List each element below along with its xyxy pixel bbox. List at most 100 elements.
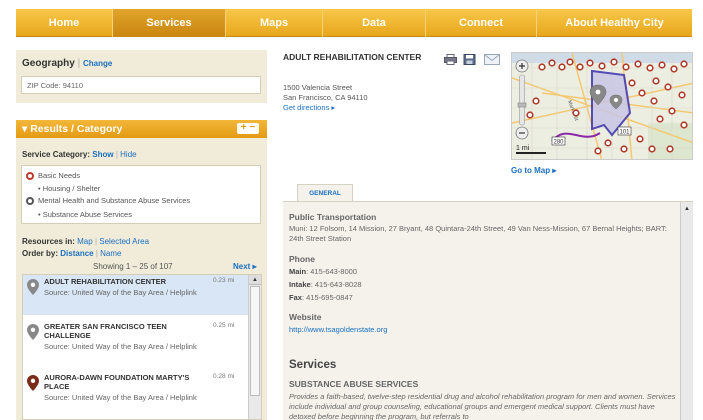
map-pin-icon: [27, 324, 39, 340]
category-basic-needs[interactable]: Basic Needs: [26, 171, 80, 180]
order-distance-link[interactable]: Distance: [60, 249, 93, 258]
public-transportation-heading: Public Transportation: [289, 212, 377, 222]
website-heading: Website: [289, 312, 322, 322]
expand-collapse-button[interactable]: + −: [237, 123, 259, 134]
main-nav: Home Services Maps Data Connect About He…: [16, 9, 692, 37]
hide-categories-link[interactable]: Hide: [120, 150, 136, 159]
category-ring-icon: [26, 171, 34, 180]
order-name-link[interactable]: Name: [100, 249, 121, 258]
phone-fax-value: : 415-695-0847: [301, 293, 353, 302]
category-label: Basic Needs: [38, 171, 81, 180]
service-category-line: Service Category: Show | Hide: [22, 150, 137, 159]
results-category-title: ▾ Results / Category: [22, 123, 123, 135]
map-pin-icon: [27, 375, 39, 391]
order-by-label: Order by:: [22, 249, 59, 258]
substance-abuse-heading: SUBSTANCE ABUSE SERVICES: [289, 379, 419, 389]
list-item[interactable]: AURORA-DAWN FOUNDATION MARTY'S PLACE Sou…: [23, 371, 248, 419]
website-row: http://www.tsagoldenstate.org: [289, 325, 677, 335]
address-line-1: 1500 Valencia Street: [283, 83, 353, 92]
zip-code-field[interactable]: ZIP Code: 94110: [21, 76, 261, 94]
subcategory-label: Substance Abuse Services: [42, 210, 132, 219]
category-ring-icon: [26, 196, 34, 205]
result-distance: 0.25 mi: [213, 322, 235, 329]
address-line-2: San Francisco, CA 94110: [283, 93, 368, 102]
subcategory-substance-abuse[interactable]: • Substance Abuse Services: [38, 210, 132, 219]
result-distance: 0.23 mi: [213, 277, 235, 284]
services-heading: Services: [289, 359, 337, 371]
category-list: Basic Needs • Housing / Shelter Mental H…: [21, 165, 261, 224]
phone-fax: Fax: 415-695-0847: [289, 293, 677, 303]
public-transportation-text: Muni: 12 Folsom, 14 Mission, 27 Bryant, …: [289, 224, 667, 243]
geography-panel: Geography | Change ZIP Code: 94110: [16, 50, 267, 103]
detail-tabs: GENERAL: [283, 182, 693, 202]
phone-heading: Phone: [289, 254, 315, 264]
get-directions-link[interactable]: Get directions ▸: [283, 103, 335, 112]
order-separator: |: [95, 249, 98, 258]
save-icon[interactable]: [463, 54, 476, 65]
service-category-label: Service Category:: [22, 150, 91, 159]
phone-intake-label: Intake: [289, 280, 311, 289]
location-map[interactable]: 280 101 Market St 1 mi: [511, 52, 693, 160]
map-canvas: 280 101 Market St 1 mi: [512, 53, 692, 159]
nav-tab-about[interactable]: About Healthy City: [537, 9, 692, 37]
nav-tab-data[interactable]: Data: [323, 9, 426, 37]
phone-intake-value: : 415-643-8028: [310, 280, 362, 289]
list-item[interactable]: ADULT REHABILITATION CENTER Source: Unit…: [23, 275, 248, 315]
results-scrollbar[interactable]: ▲: [248, 275, 261, 419]
result-name: ADULT REHABILITATION CENTER: [44, 277, 167, 286]
result-name: AURORA-DAWN FOUNDATION MARTY'S PLACE: [44, 373, 190, 391]
geography-separator: |: [77, 58, 81, 69]
subcategory-housing[interactable]: • Housing / Shelter: [38, 184, 100, 193]
phone-main-label: Main: [289, 267, 307, 276]
service-category-separator: |: [115, 150, 118, 159]
category-mental-health[interactable]: Mental Health and Substance Abuse Servic…: [26, 196, 190, 205]
phone-main-value: : 415-643-8000: [306, 267, 357, 276]
order-by-line: Order by: Distance | Name: [22, 249, 122, 258]
scroll-up-arrow-icon[interactable]: ▲: [249, 275, 261, 285]
geography-header: Geography | Change: [22, 58, 112, 69]
nav-tab-home[interactable]: Home: [16, 9, 113, 37]
email-icon[interactable]: [484, 54, 500, 65]
website-link[interactable]: http://www.tsagoldenstate.org: [289, 325, 387, 334]
detail-scrollbar[interactable]: ▲: [680, 202, 693, 420]
resources-selected-area-link[interactable]: Selected Area: [99, 237, 149, 246]
detail-panel: Public Transportation Muni: 12 Folsom, 1…: [283, 201, 693, 420]
map-label-280: 280: [554, 140, 565, 146]
results-count: Showing 1 – 25 of 107: [93, 262, 173, 271]
resources-separator: |: [94, 237, 98, 246]
result-source: Source: United Way of the Bay Area / Hel…: [44, 288, 197, 297]
result-source: Source: United Way of the Bay Area / Hel…: [44, 342, 197, 351]
result-source: Source: United Way of the Bay Area / Hel…: [44, 393, 197, 402]
phone-main: Main: 415-643-8000: [289, 267, 677, 277]
nav-tab-services[interactable]: Services: [113, 9, 226, 37]
map-pin-icon: [27, 279, 39, 295]
map-scale-label: 1 mi: [516, 145, 530, 152]
go-to-map-link[interactable]: Go to Map ▸: [511, 166, 556, 175]
result-name: GREATER SAN FRANCISCO TEEN CHALLENGE: [44, 322, 167, 340]
phone-intake: Intake: 415-643-8028: [289, 280, 677, 290]
print-icon[interactable]: [444, 54, 457, 65]
subcategory-label: Housing / Shelter: [42, 184, 101, 193]
geography-title: Geography: [22, 58, 75, 69]
resources-map-link[interactable]: Map: [77, 237, 93, 246]
resources-in-label: Resources in:: [22, 237, 75, 246]
substance-abuse-text: Provides a faith-based, twelve-step resi…: [289, 392, 676, 420]
next-page-link[interactable]: Next ▸: [233, 262, 257, 271]
results-list: ADULT REHABILITATION CENTER Source: Unit…: [22, 274, 262, 420]
tab-general[interactable]: GENERAL: [297, 184, 353, 202]
category-label: Mental Health and Substance Abuse Servic…: [38, 196, 191, 205]
scrollbar-thumb[interactable]: [250, 286, 260, 396]
place-title: ADULT REHABILITATION CENTER: [283, 52, 422, 62]
list-item[interactable]: GREATER SAN FRANCISCO TEEN CHALLENGE Sou…: [23, 320, 248, 366]
show-categories-link[interactable]: Show: [92, 150, 113, 159]
nav-tab-maps[interactable]: Maps: [226, 9, 323, 37]
map-label-101: 101: [620, 130, 631, 136]
resources-in-line: Resources in: Map | Selected Area: [22, 237, 149, 246]
results-category-header[interactable]: ▾ Results / Category + −: [16, 120, 267, 138]
results-panel: Service Category: Show | Hide Basic Need…: [16, 138, 267, 420]
result-distance: 0.28 mi: [213, 373, 235, 380]
scroll-up-arrow-icon[interactable]: ▲: [681, 204, 693, 214]
change-geography-link[interactable]: Change: [83, 59, 112, 68]
nav-tab-connect[interactable]: Connect: [426, 9, 537, 37]
phone-fax-label: Fax: [289, 293, 302, 302]
